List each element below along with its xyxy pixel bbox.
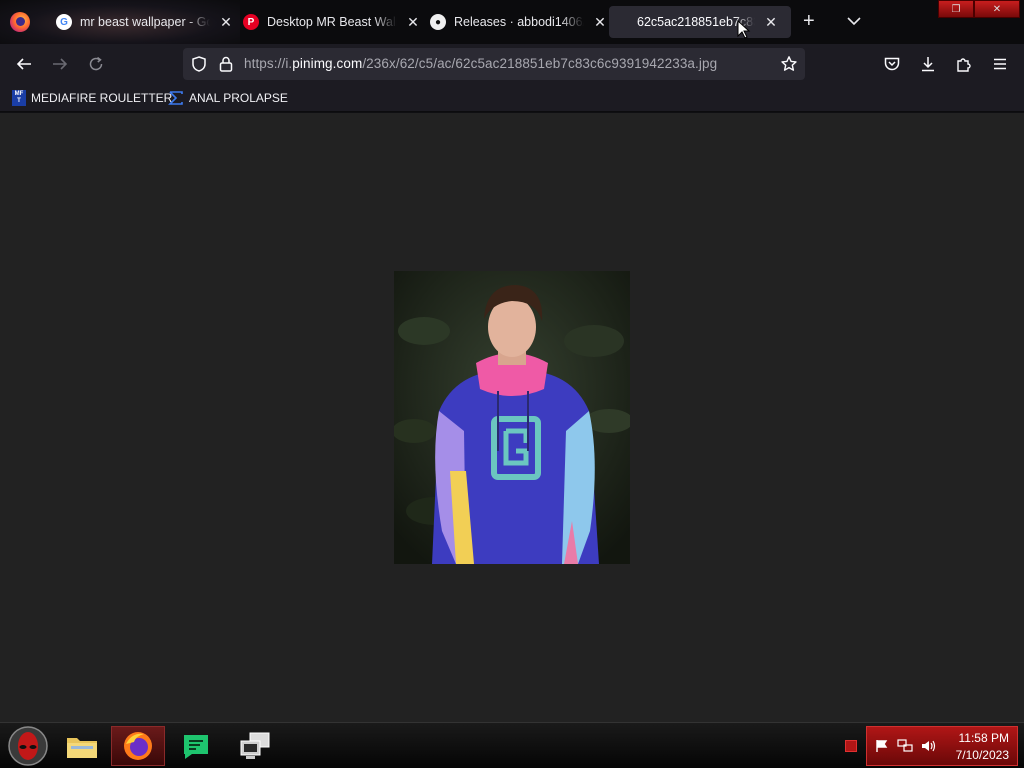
sigma-icon <box>168 91 183 105</box>
url-text[interactable]: https://i.pinimg.com/236x/62/c5/ac/62c5a… <box>244 56 717 71</box>
displayed-image <box>394 271 630 564</box>
extensions-button[interactable] <box>954 54 974 74</box>
list-all-tabs-button[interactable] <box>845 12 863 30</box>
network-icon[interactable] <box>897 739 913 753</box>
start-button[interactable] <box>2 726 54 766</box>
tray-overflow-icon[interactable] <box>845 740 857 752</box>
tab-image-active[interactable]: 62c5ac218851eb7c83c6c ✕ <box>609 6 791 38</box>
clock-date: 7/10/2023 <box>955 748 1009 762</box>
bookmark-star-icon[interactable] <box>780 55 798 73</box>
new-tab-button[interactable]: + <box>803 11 815 31</box>
tab-strip: G mr beast wallpaper - Go ✕ P Desktop MR… <box>0 0 1024 44</box>
windows-taskbar: 11:58 PM 7/10/2023 <box>0 722 1024 768</box>
bookmarks-toolbar: MF T MEDIAFIRE ROULETTER ANAL PROLAPSE <box>0 84 1024 112</box>
arrow-right-icon <box>53 58 68 70</box>
chevron-down-icon <box>847 17 861 26</box>
arrow-left-icon <box>16 58 31 70</box>
lock-icon[interactable] <box>218 55 234 73</box>
url-prefix: https://i. <box>244 56 293 71</box>
monitors-icon <box>240 732 270 759</box>
url-path: /236x/62/c5/ac/62c5ac218851eb7c83c6c9391… <box>362 56 718 71</box>
bookmark-label: MEDIAFIRE ROULETTER <box>31 91 173 105</box>
tab-title: Desktop MR Beast Wallp <box>267 15 397 29</box>
photo-of-person-in-hoodie <box>394 271 630 564</box>
downloads-button[interactable] <box>918 54 938 74</box>
mediafire-icon: MF T <box>12 90 26 106</box>
hamburger-menu-icon <box>994 58 1006 70</box>
pocket-icon <box>884 57 900 71</box>
tab-pinterest[interactable]: P Desktop MR Beast Wallp ✕ <box>233 6 431 38</box>
bookmark-label: ANAL PROLAPSE <box>189 91 288 105</box>
restore-window-button[interactable]: ❐ <box>938 0 974 18</box>
back-button[interactable] <box>14 54 34 74</box>
taskbar-file-explorer[interactable] <box>56 726 108 766</box>
firefox-icon <box>124 732 152 760</box>
close-window-button[interactable]: ✕ <box>974 0 1020 18</box>
alienware-start-icon <box>8 726 48 766</box>
bookmark-second[interactable]: ANAL PROLAPSE <box>168 89 288 107</box>
close-icon[interactable]: ✕ <box>405 14 421 31</box>
reload-icon <box>89 56 103 71</box>
puzzle-piece-icon <box>957 58 971 72</box>
github-icon: ● <box>430 14 446 30</box>
app-menu-button[interactable] <box>990 54 1010 74</box>
tab-google-search[interactable]: G mr beast wallpaper - Go ✕ <box>46 6 244 38</box>
taskbar-clock[interactable]: 11:58 PM 7/10/2023 <box>956 730 1009 764</box>
pinterest-icon: P <box>243 14 259 30</box>
system-tray: 11:58 PM 7/10/2023 <box>866 726 1018 766</box>
close-icon[interactable]: ✕ <box>218 14 234 31</box>
clock-time: 11:58 PM <box>958 731 1009 745</box>
tab-title: Releases · abbodi1406/v <box>454 15 584 29</box>
bookmark-mediafire-rouletter[interactable]: MF T MEDIAFIRE ROULETTER <box>12 89 172 107</box>
url-host: pinimg.com <box>292 56 363 71</box>
window-controls: ❐ ✕ <box>938 0 1020 18</box>
folder-icon <box>67 738 97 758</box>
download-icon <box>922 57 934 72</box>
tab-title: mr beast wallpaper - Go <box>80 15 210 29</box>
navigation-toolbar: https://i.pinimg.com/236x/62/c5/ac/62c5a… <box>0 44 1024 84</box>
close-icon[interactable]: ✕ <box>763 14 779 31</box>
tab-github-releases[interactable]: ● Releases · abbodi1406/v ✕ <box>420 6 618 38</box>
mouse-cursor-icon <box>737 20 751 39</box>
taskbar-chat-app[interactable] <box>170 726 222 766</box>
taskbar-firefox[interactable] <box>111 726 165 766</box>
action-center-flag-icon[interactable] <box>875 739 889 753</box>
image-viewer-content <box>0 113 1024 722</box>
pocket-button[interactable] <box>882 54 902 74</box>
firefox-menu-icon[interactable] <box>10 12 30 32</box>
reload-button[interactable] <box>86 54 106 74</box>
google-icon: G <box>56 14 72 30</box>
forward-button[interactable] <box>50 54 70 74</box>
chat-bubble-icon <box>184 735 208 759</box>
volume-icon[interactable] <box>921 739 937 753</box>
taskbar-remote-desktop[interactable] <box>228 726 282 766</box>
tracking-protection-shield-icon[interactable] <box>190 55 208 73</box>
url-bar[interactable]: https://i.pinimg.com/236x/62/c5/ac/62c5a… <box>183 48 805 80</box>
close-icon[interactable]: ✕ <box>592 14 608 31</box>
